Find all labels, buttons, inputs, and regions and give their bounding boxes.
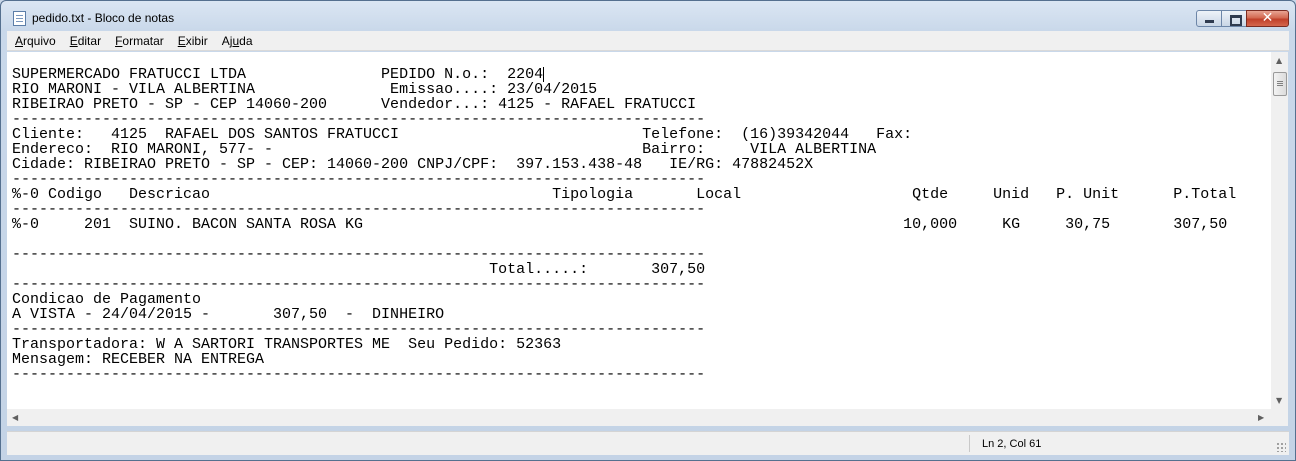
notepad-window: pedido.txt - Bloco de notas ✕ Arquivo Ed… [0,0,1296,461]
close-icon: ✕ [1261,10,1274,26]
status-divider [969,435,970,452]
doc-line: %-0 201 SUINO. BACON SANTA ROSA KG 10,00… [12,216,1228,233]
vertical-scrollbar[interactable]: ▲ ▼ [1271,52,1288,409]
menu-exibir[interactable]: Exibir [170,34,214,48]
document-text[interactable]: SUPERMERCADO FRATUCCI LTDA PEDIDO N.o.: … [12,67,1236,382]
cursor-position: Ln 2, Col 61 [982,438,1042,450]
menu-arquivo[interactable]: Arquivo [7,34,62,48]
title-bar[interactable]: pedido.txt - Bloco de notas ✕ [1,1,1295,31]
horizontal-scrollbar[interactable]: ◀ ▶ [7,409,1271,426]
status-bar: Ln 2, Col 61 [7,431,1289,455]
resize-grip-icon[interactable] [1276,442,1286,452]
vertical-scroll-thumb[interactable] [1273,72,1287,96]
scroll-down-icon[interactable]: ▼ [1276,397,1282,405]
scroll-corner [1271,409,1288,426]
menu-editar[interactable]: Editar [62,34,107,48]
scroll-right-icon[interactable]: ▶ [1258,414,1264,422]
maximize-icon [1230,15,1242,26]
scroll-left-icon[interactable]: ◀ [12,414,18,422]
menu-ajuda[interactable]: Ajuda [214,34,259,48]
window-controls: ✕ [1196,10,1289,28]
close-button[interactable]: ✕ [1246,10,1289,27]
menu-formatar[interactable]: Formatar [107,34,170,48]
text-editor[interactable]: SUPERMERCADO FRATUCCI LTDA PEDIDO N.o.: … [7,52,1271,409]
notepad-icon[interactable] [13,11,26,26]
menu-bar: Arquivo Editar Formatar Exibir Ajuda [7,31,1289,51]
minimize-button[interactable] [1196,10,1222,27]
doc-line: ----------------------------------------… [12,366,706,383]
maximize-button[interactable] [1221,10,1247,27]
text-caret [543,67,545,82]
minimize-icon [1205,20,1214,23]
scroll-up-icon[interactable]: ▲ [1276,57,1282,65]
window-title: pedido.txt - Bloco de notas [32,11,175,25]
